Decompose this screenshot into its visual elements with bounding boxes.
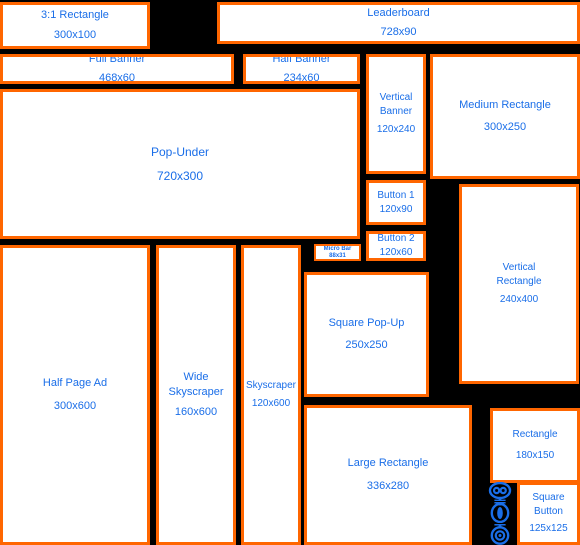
ad-unit-full-banner[interactable]: Full Banner 468x60 [0, 54, 234, 84]
ad-label-name: Medium Rectangle [459, 98, 551, 111]
micro-button-target-icon[interactable] [488, 524, 512, 545]
ad-unit-pop-under[interactable]: Pop-Under 720x300 [0, 89, 360, 239]
ad-unit-micro-bar[interactable]: Micro Bar 88x31 [314, 244, 361, 261]
ad-label-name: Leaderboard [367, 6, 430, 19]
micro-button-group [487, 481, 513, 545]
ad-label-dimensions: 728x90 [380, 26, 417, 38]
ad-label-name: Full Banner [88, 54, 146, 65]
ad-label-dimensions: 88x31 [329, 252, 346, 259]
ad-unit-button-2[interactable]: Button 2 120x60 [366, 231, 426, 261]
ad-unit-large-rectangle[interactable]: Large Rectangle 336x280 [304, 405, 472, 545]
ad-label-dimensions: 250x250 [345, 339, 388, 351]
ad-label-dimensions: 468x60 [98, 72, 136, 84]
ad-unit-half-page-ad[interactable]: Half Page Ad 300x600 [0, 245, 150, 545]
ad-label-name: Pop-Under [150, 144, 210, 159]
ad-label-name: Half Page Ad [42, 377, 108, 390]
ad-label-name: Wide Skyscraper [168, 371, 224, 399]
ad-unit-wide-skyscraper[interactable]: Wide Skyscraper 160x600 [156, 245, 236, 545]
ad-label-dimensions: 720x300 [156, 168, 204, 183]
ad-unit-medium-rectangle[interactable]: Medium Rectangle 300x250 [430, 54, 580, 179]
ad-label-dimensions: 120x240 [376, 123, 416, 135]
ad-label-name: Micro Bar [323, 245, 352, 252]
ad-label-name: Skyscraper [245, 380, 296, 392]
ad-label-dimensions: 125x125 [529, 523, 568, 535]
ad-label-name: Vertical Banner [379, 92, 413, 118]
ad-label-dimensions: 336x280 [366, 479, 410, 492]
ad-label-name: Large Rectangle [347, 457, 429, 470]
ad-unit-vertical-banner[interactable]: Vertical Banner 120x240 [366, 54, 426, 174]
ad-label-name: Button 1 [377, 189, 415, 201]
ad-label-dimensions: 240x400 [499, 293, 539, 305]
ad-unit-half-banner[interactable]: Half Banner 234x60 [243, 54, 360, 84]
ad-unit-vertical-rectangle[interactable]: Vertical Rectangle 240x400 [459, 184, 579, 384]
ad-label-name: Button 2 [377, 233, 415, 245]
ad-unit-rectangle-3-1[interactable]: 3:1 Rectangle 300x100 [0, 2, 150, 49]
ad-unit-leaderboard[interactable]: Leaderboard 728x90 [217, 2, 580, 44]
ad-label-dimensions: 120x90 [379, 203, 413, 215]
ad-label-name: Vertical Rectangle [496, 262, 542, 288]
ad-unit-button-1[interactable]: Button 1 120x90 [366, 180, 426, 225]
ad-label-name: Square Pop-Up [328, 316, 405, 329]
ad-label-dimensions: 300x100 [53, 28, 97, 41]
ad-unit-skyscraper[interactable]: Skyscraper 120x600 [241, 245, 301, 545]
micro-button-oval-icon[interactable] [488, 502, 512, 524]
ad-label-name: Rectangle [512, 429, 558, 441]
ad-label-dimensions: 300x250 [483, 121, 527, 133]
ad-label-dimensions: 300x600 [53, 399, 97, 412]
ad-label-dimensions: 180x150 [515, 450, 555, 461]
micro-button-circle-icon[interactable] [488, 481, 512, 501]
ad-label-dimensions: 120x60 [379, 247, 413, 258]
ad-unit-square-pop-up[interactable]: Square Pop-Up 250x250 [304, 272, 429, 397]
ad-label-dimensions: 160x600 [174, 405, 218, 418]
ad-label-name: Half Banner [272, 54, 331, 65]
ad-unit-rectangle[interactable]: Rectangle 180x150 [490, 408, 580, 483]
ad-label-dimensions: 234x60 [283, 72, 320, 84]
ad-size-comparison-chart: 3:1 Rectangle 300x100 Leaderboard 728x90… [0, 0, 580, 545]
ad-label-dimensions: 120x600 [251, 398, 291, 409]
ad-label-name: Square Button [532, 491, 565, 517]
ad-label-name: 3:1 Rectangle [41, 9, 109, 22]
ad-unit-square-button[interactable]: Square Button 125x125 [517, 482, 580, 545]
